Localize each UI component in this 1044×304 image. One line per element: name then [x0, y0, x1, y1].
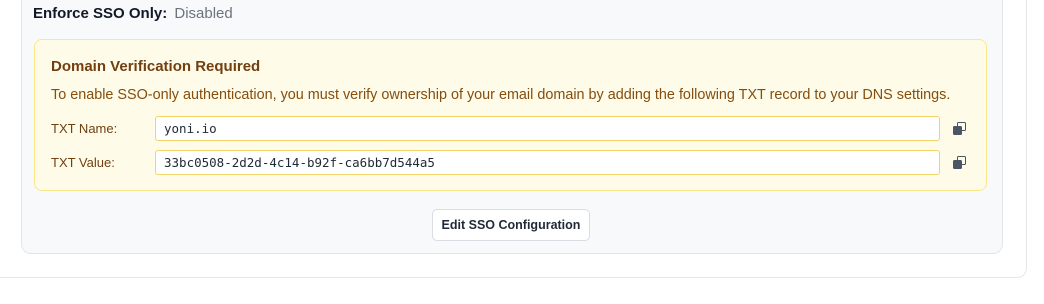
txt-value-field[interactable]: [155, 150, 940, 175]
domain-verification-alert: Domain Verification Required To enable S…: [34, 39, 987, 191]
enforce-sso-value: Disabled: [174, 5, 233, 22]
txt-value-label: TXT Value:: [51, 155, 115, 170]
alert-description: To enable SSO-only authentication, you m…: [51, 87, 951, 103]
alert-title: Domain Verification Required: [51, 58, 261, 75]
edit-sso-configuration-button[interactable]: Edit SSO Configuration: [432, 209, 590, 241]
txt-name-label: TXT Name:: [51, 121, 118, 136]
copy-icon[interactable]: [952, 121, 968, 137]
txt-name-field[interactable]: [155, 116, 940, 141]
enforce-sso-row: Enforce SSO Only: Disabled: [33, 5, 233, 23]
copy-icon[interactable]: [952, 155, 968, 171]
enforce-sso-label: Enforce SSO Only:: [33, 5, 168, 22]
